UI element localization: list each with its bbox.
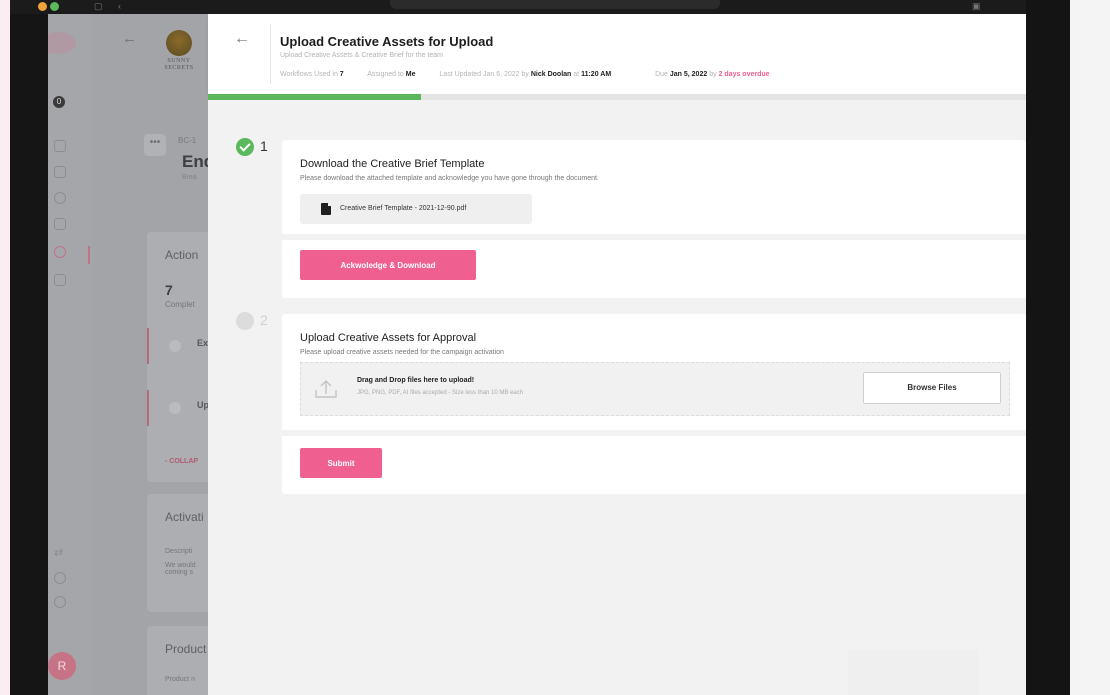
active-indicator	[88, 246, 90, 264]
panel-title: Upload Creative Assets for Upload	[280, 34, 494, 49]
step-1-title: Download the Creative Brief Template	[300, 158, 485, 170]
step-1-description: Please download the attached template an…	[300, 175, 599, 182]
upload-icon	[315, 380, 337, 398]
browse-files-button[interactable]: Browse Files	[863, 372, 1001, 404]
step-2-description: Please upload creative assets needed for…	[300, 349, 504, 356]
attachment-file[interactable]: Creative Brief Template - 2021-12-90.pdf	[300, 194, 532, 224]
step-2-number: 2	[260, 312, 268, 328]
user-icon[interactable]	[54, 192, 66, 204]
back-arrow-icon[interactable]: ←	[234, 30, 250, 48]
record-code: BC-1	[178, 136, 197, 145]
gear-icon[interactable]	[54, 572, 66, 584]
overdue-badge: 2 days overdue	[718, 71, 770, 78]
notification-badge: 0	[53, 96, 65, 108]
chat-icon[interactable]	[54, 218, 66, 230]
panel-subtitle: Upload Creative Assets & Creative Brief …	[280, 52, 444, 59]
progress-fill	[208, 94, 421, 100]
app-logo	[48, 32, 76, 54]
task-panel: ← Upload Creative Assets for Upload Uplo…	[208, 14, 1026, 695]
toast-placeholder	[848, 650, 978, 695]
help-icon[interactable]	[54, 596, 66, 608]
step-1-number: 1	[260, 138, 268, 154]
step-1-card: Download the Creative Brief Template Ple…	[282, 140, 1026, 298]
bg-sidebar: 0 ⇄ R	[48, 14, 92, 695]
transfer-icon[interactable]: ⇄	[54, 548, 66, 560]
browser-toolbar: ▢ ‹ ▣	[10, 0, 1026, 14]
acknowledge-download-button[interactable]: Ackwoledge & Download	[300, 250, 476, 280]
sidebar-toggle-icon[interactable]: ▢	[94, 1, 103, 12]
clipboard-icon[interactable]	[54, 274, 66, 286]
record-subtitle: Brea	[182, 174, 197, 181]
brand-logo: SUNNY SECRETS	[154, 30, 204, 72]
step-1-check-icon	[236, 138, 254, 156]
back-arrow-icon[interactable]: ←	[122, 30, 137, 47]
grid-icon[interactable]	[54, 140, 66, 152]
more-horizontal-icon[interactable]: •••	[144, 134, 166, 156]
progress-bar	[208, 94, 1026, 100]
device-bezel-right	[1026, 0, 1110, 695]
step-2-card: Upload Creative Assets for Approval Plea…	[282, 314, 1026, 494]
sun-logo-icon	[166, 30, 192, 56]
step-2-title: Upload Creative Assets for Approval	[300, 332, 477, 344]
panel-header: ← Upload Creative Assets for Upload Uplo…	[208, 14, 1026, 94]
collapse-link[interactable]: - COLLAP	[165, 458, 198, 465]
submit-button[interactable]: Submit	[300, 448, 382, 478]
calendar-icon[interactable]	[54, 166, 66, 178]
device-bezel-left	[0, 0, 48, 695]
back-nav-icon[interactable]: ‹	[118, 1, 121, 11]
search-icon[interactable]	[54, 246, 66, 258]
address-bar[interactable]	[390, 0, 720, 9]
app-screen: 0 ⇄ R ← SUNNY SECRETS ••• BC-1 End Brea …	[48, 14, 1026, 695]
share-icon[interactable]: ▣	[972, 1, 981, 12]
step-2-status-icon	[236, 312, 254, 330]
dropzone-hint: JPG, PNG, PDF, AI files accepted - Size …	[357, 390, 524, 396]
dropzone-title: Drag and Drop files here to upload!	[357, 377, 475, 384]
attachment-file-name: Creative Brief Template - 2021-12-90.pdf	[340, 205, 467, 212]
avatar[interactable]: R	[48, 652, 76, 680]
panel-meta: Workflows Used in 7 Assigned to Me Last …	[280, 71, 770, 78]
pdf-icon	[321, 203, 331, 215]
file-dropzone[interactable]: Drag and Drop files here to upload! JPG,…	[300, 362, 1010, 416]
